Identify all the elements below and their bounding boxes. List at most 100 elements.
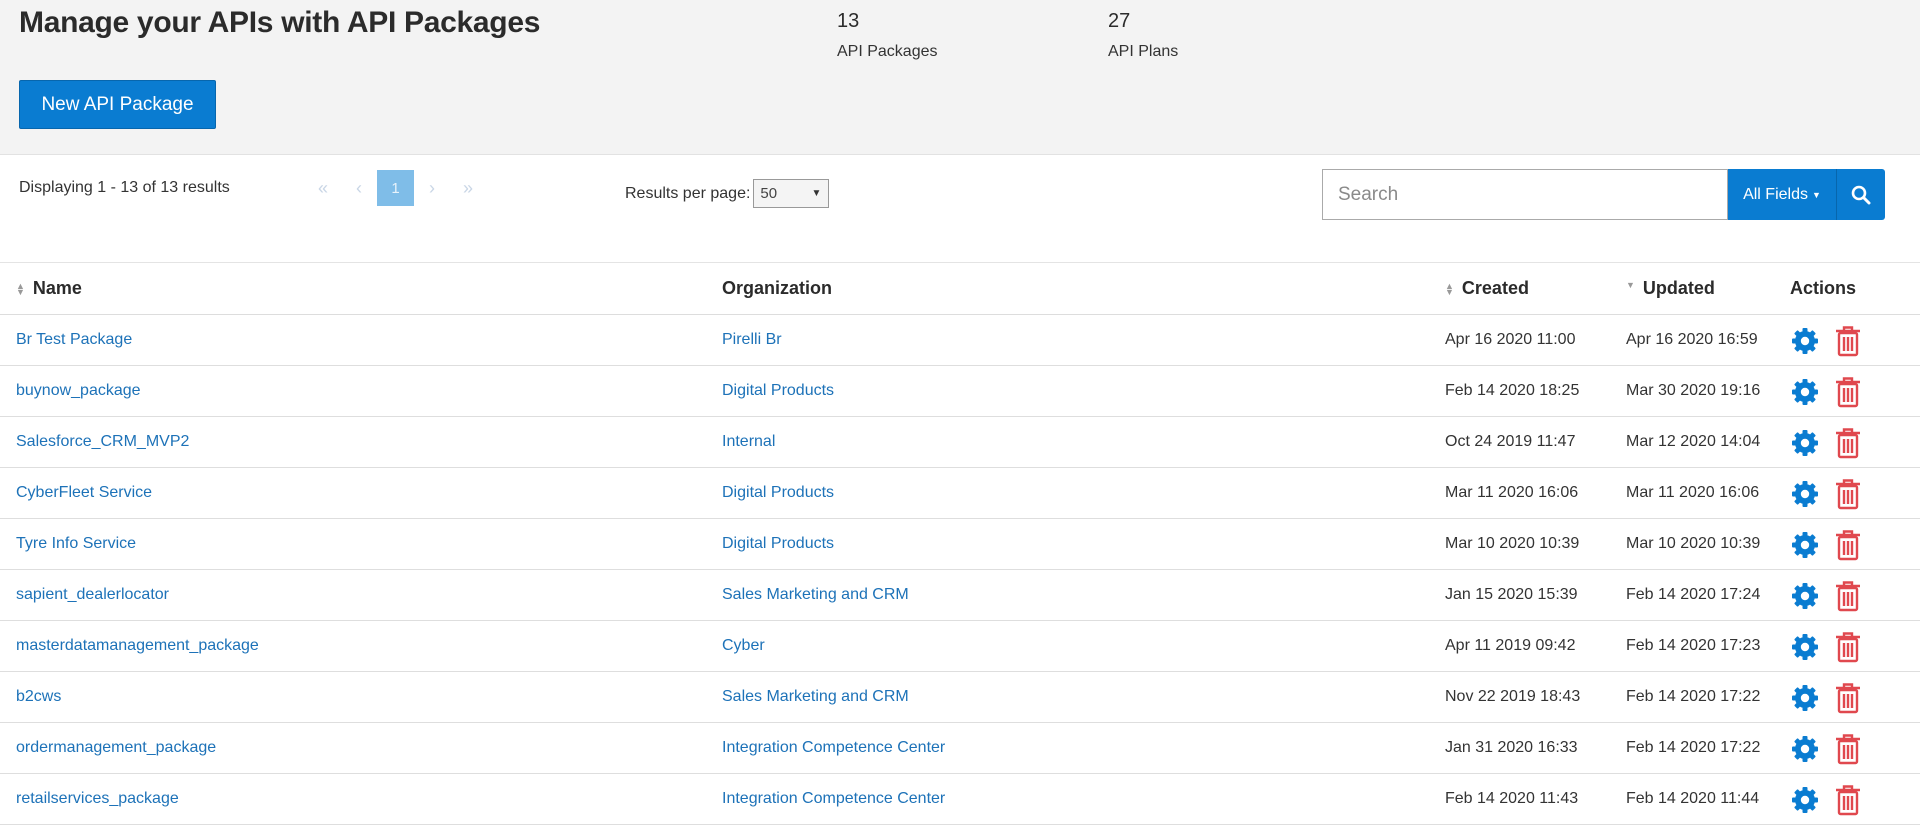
table-row: Tyre Info Service Digital Products Mar 1…: [0, 518, 1920, 570]
page-header: Manage your APIs with API Packages New A…: [0, 0, 1920, 155]
updated-date: Mar 10 2020 10:39: [1626, 518, 1790, 570]
row-actions: [1790, 365, 1920, 417]
gear-icon[interactable]: [1790, 632, 1820, 662]
results-per-page-select[interactable]: 50 ▼: [753, 179, 830, 208]
column-name[interactable]: ▲ ▼ Name: [0, 263, 722, 315]
column-label: Organization: [722, 277, 833, 298]
organization-link[interactable]: Internal: [722, 416, 1445, 468]
package-name-link[interactable]: b2cws: [0, 671, 722, 723]
row-actions: [1790, 722, 1920, 774]
column-actions: Actions: [1790, 263, 1920, 315]
organization-link[interactable]: Sales Marketing and CRM: [722, 569, 1445, 621]
package-name-link[interactable]: CyberFleet Service: [0, 467, 722, 519]
all-fields-dropdown[interactable]: All Fields ▼: [1728, 169, 1837, 220]
organization-link[interactable]: Sales Marketing and CRM: [722, 671, 1445, 723]
created-date: Apr 16 2020 11:00: [1445, 314, 1626, 366]
search-button[interactable]: [1837, 169, 1885, 220]
package-name-link[interactable]: ordermanagement_package: [0, 722, 722, 774]
first-page-icon[interactable]: «: [305, 170, 341, 206]
search-bar: All Fields ▼: [1322, 169, 1885, 220]
gear-icon[interactable]: [1790, 479, 1820, 509]
results-toolbar: Displaying 1 - 13 of 13 results « ‹ 1 › …: [0, 155, 1920, 263]
column-label: Actions: [1790, 277, 1857, 298]
package-name-link[interactable]: sapient_dealerlocator: [0, 569, 722, 621]
table-row: retailservices_package Integration Compe…: [0, 773, 1920, 825]
created-date: Jan 31 2020 16:33: [1445, 722, 1626, 774]
created-date: Jan 15 2020 15:39: [1445, 569, 1626, 621]
updated-date: Mar 30 2020 19:16: [1626, 365, 1790, 417]
row-actions: [1790, 518, 1920, 570]
results-per-page-value: 50: [760, 185, 778, 202]
updated-date: Feb 14 2020 17:22: [1626, 722, 1790, 774]
package-name-link[interactable]: buynow_package: [0, 365, 722, 417]
table-header-row: ▲ ▼ Name Organization ▲ ▼ Created ▼ Updated A…: [0, 263, 1920, 315]
row-actions: [1790, 671, 1920, 723]
updated-date: Feb 14 2020 17:23: [1626, 620, 1790, 672]
gear-icon[interactable]: [1790, 530, 1820, 560]
trash-icon[interactable]: [1834, 580, 1862, 612]
table-row: buynow_package Digital Products Feb 14 2…: [0, 365, 1920, 417]
stat-api-packages: 13 API Packages: [837, 10, 938, 61]
created-date: Apr 11 2019 09:42: [1445, 620, 1626, 672]
gear-icon[interactable]: [1790, 428, 1820, 458]
trash-icon[interactable]: [1834, 631, 1862, 663]
trash-icon[interactable]: [1834, 376, 1862, 408]
package-name-link[interactable]: Tyre Info Service: [0, 518, 722, 570]
last-page-icon[interactable]: »: [450, 170, 486, 206]
trash-icon[interactable]: [1834, 682, 1862, 714]
updated-date: Feb 14 2020 17:22: [1626, 671, 1790, 723]
search-input[interactable]: [1322, 169, 1728, 220]
updated-date: Mar 12 2020 14:04: [1626, 416, 1790, 468]
actions-group: [1790, 680, 1920, 714]
package-name-link[interactable]: masterdatamanagement_package: [0, 620, 722, 672]
gear-icon[interactable]: [1790, 326, 1820, 356]
stat-api-plans: 27 API Plans: [1108, 10, 1178, 61]
gear-icon[interactable]: [1790, 734, 1820, 764]
created-date: Mar 11 2020 16:06: [1445, 467, 1626, 519]
next-page-icon[interactable]: ›: [414, 170, 450, 206]
organization-link[interactable]: Digital Products: [722, 467, 1445, 519]
updated-date: Apr 16 2020 16:59: [1626, 314, 1790, 366]
pagination: « ‹ 1 › »: [305, 170, 486, 206]
actions-group: [1790, 731, 1920, 765]
actions-group: [1790, 425, 1920, 459]
table-row: Br Test Package Pirelli Br Apr 16 2020 1…: [0, 314, 1920, 366]
gear-icon[interactable]: [1790, 377, 1820, 407]
column-label: Updated: [1642, 277, 1715, 298]
column-updated[interactable]: ▼ Updated: [1626, 263, 1790, 315]
column-created[interactable]: ▲ ▼ Created: [1445, 263, 1626, 315]
table-row: ordermanagement_package Integration Comp…: [0, 722, 1920, 774]
package-name-link[interactable]: retailservices_package: [0, 773, 722, 825]
api-packages-table: ▲ ▼ Name Organization ▲ ▼ Created ▼ Updated A…: [0, 263, 1920, 825]
prev-page-icon[interactable]: ‹: [341, 170, 377, 206]
stat-label: API Plans: [1108, 43, 1179, 60]
trash-icon[interactable]: [1834, 478, 1862, 510]
chevron-down-icon: ▼: [811, 188, 822, 199]
organization-link[interactable]: Pirelli Br: [722, 314, 1445, 366]
trash-icon[interactable]: [1834, 784, 1862, 816]
search-icon: [1851, 185, 1871, 204]
actions-group: [1790, 476, 1920, 510]
updated-date: Mar 11 2020 16:06: [1626, 467, 1790, 519]
new-api-package-button[interactable]: New API Package: [19, 80, 216, 129]
organization-link[interactable]: Digital Products: [722, 365, 1445, 417]
sort-icon: ▲ ▼: [16, 281, 25, 297]
trash-icon[interactable]: [1834, 325, 1862, 357]
created-date: Feb 14 2020 18:25: [1445, 365, 1626, 417]
page-title: Manage your APIs with API Packages: [19, 6, 541, 39]
gear-icon[interactable]: [1790, 785, 1820, 815]
organization-link[interactable]: Cyber: [722, 620, 1445, 672]
sort-desc-icon: ▼: [1626, 280, 1635, 290]
package-name-link[interactable]: Salesforce_CRM_MVP2: [0, 416, 722, 468]
table-row: b2cws Sales Marketing and CRM Nov 22 201…: [0, 671, 1920, 723]
organization-link[interactable]: Digital Products: [722, 518, 1445, 570]
trash-icon[interactable]: [1834, 529, 1862, 561]
organization-link[interactable]: Integration Competence Center: [722, 722, 1445, 774]
trash-icon[interactable]: [1834, 733, 1862, 765]
trash-icon[interactable]: [1834, 427, 1862, 459]
current-page[interactable]: 1: [377, 170, 414, 206]
gear-icon[interactable]: [1790, 683, 1820, 713]
organization-link[interactable]: Integration Competence Center: [722, 773, 1445, 825]
package-name-link[interactable]: Br Test Package: [0, 314, 722, 366]
gear-icon[interactable]: [1790, 581, 1820, 611]
